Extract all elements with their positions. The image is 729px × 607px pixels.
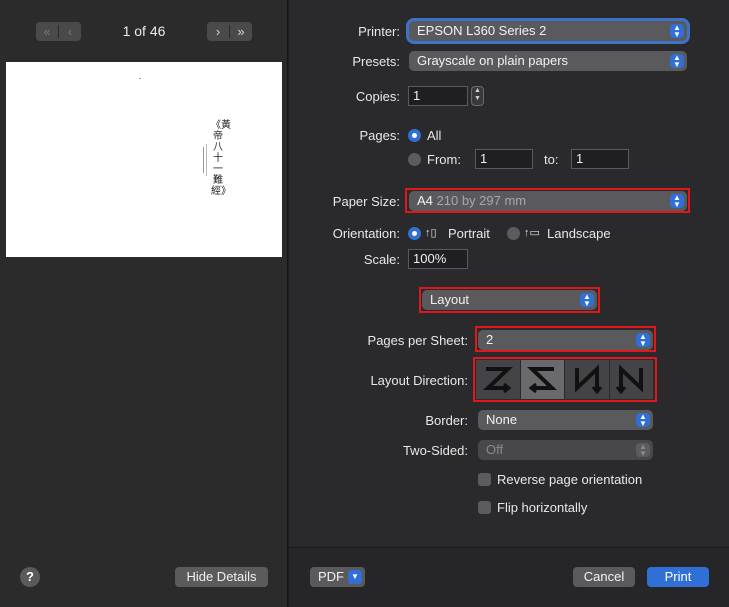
landscape-icon: ↑▭ [524, 227, 540, 239]
presets-select[interactable]: Grayscale on plain papers ▲ ▼ [409, 51, 687, 71]
layout-direction-label: Layout Direction: [370, 373, 468, 388]
two-sided-value: Off [486, 442, 504, 457]
border-label: Border: [425, 413, 468, 428]
page-indicator: 1 of 46 [122, 23, 166, 39]
pages-from-field[interactable]: 1 [475, 149, 533, 169]
settings-panel [289, 0, 729, 547]
flip-horizontally-label: Flip horizontally [497, 500, 588, 515]
highlight-box-section [419, 287, 600, 313]
pages-to-label: to: [544, 152, 559, 167]
pdf-label: PDF [318, 569, 344, 584]
select-arrows-icon: ▲ ▼ [670, 54, 684, 69]
reverse-orientation-label: Reverse page orientation [497, 472, 643, 487]
two-sided-select: Off ▲ ▼ [478, 440, 653, 460]
help-button[interactable]: ? [20, 567, 40, 587]
page-nav-forward-group: › » [207, 22, 252, 41]
pages-label: Pages: [359, 128, 400, 143]
two-sided-label: Two-Sided: [402, 443, 468, 458]
prev-page-icon[interactable]: ‹ [59, 22, 81, 41]
print-button[interactable]: Print [647, 567, 709, 587]
scale-field[interactable]: 100% [408, 249, 468, 269]
preview-rule [203, 147, 204, 173]
portrait-radio[interactable] [408, 227, 421, 240]
select-arrows-icon: ▲ ▼ [636, 443, 650, 458]
preview-rule [206, 144, 207, 176]
pages-from-label: From: [427, 152, 461, 167]
portrait-icon: ↑▯ [425, 227, 437, 239]
border-value: None [486, 412, 518, 427]
border-select[interactable]: None ▲ ▼ [478, 410, 653, 430]
first-page-icon[interactable]: « [36, 22, 58, 41]
preview-panel: « ‹ 1 of 46 › » 《黃帝八十一難經》 ? Hide Details [0, 0, 288, 607]
copies-stepper[interactable]: ▲ ▼ [471, 86, 484, 106]
chevron-down-icon: ▼ [348, 570, 362, 584]
printer-value: EPSON L360 Series 2 [417, 23, 547, 38]
flip-horizontally-checkbox[interactable] [478, 501, 491, 514]
highlight-box-pages-per-sheet [475, 326, 656, 352]
scale-label: Scale: [363, 252, 400, 267]
copies-label: Copies: [355, 89, 400, 104]
select-arrows-icon: ▲ ▼ [670, 24, 684, 39]
paper-size-label: Paper Size: [332, 194, 400, 209]
page-nav-back-group: « ‹ [36, 22, 81, 41]
presets-value: Grayscale on plain papers [417, 53, 569, 68]
copies-field[interactable]: 1 [408, 86, 468, 106]
page-preview: 《黃帝八十一難經》 [6, 62, 282, 257]
printer-select[interactable]: EPSON L360 Series 2 ▲ ▼ [409, 21, 687, 41]
pages-range-radio[interactable] [408, 153, 421, 166]
last-page-icon[interactable]: » [230, 22, 252, 41]
pages-all-label: All [427, 128, 442, 143]
landscape-label: Landscape [547, 226, 611, 241]
cancel-button[interactable]: Cancel [573, 567, 635, 587]
pdf-menu-button[interactable]: PDF ▼ [310, 567, 365, 587]
orientation-label: Orientation: [332, 226, 400, 241]
select-arrows-icon: ▲ ▼ [636, 413, 650, 428]
highlight-box-layout-direction [473, 357, 657, 402]
printer-label: Printer: [358, 24, 400, 39]
presets-label: Presets: [352, 54, 400, 69]
pages-to-field[interactable]: 1 [571, 149, 629, 169]
reverse-orientation-checkbox[interactable] [478, 473, 491, 486]
hide-details-button[interactable]: Hide Details [175, 567, 268, 587]
portrait-label: Portrait [448, 226, 490, 241]
pages-per-sheet-label: Pages per Sheet: [367, 333, 468, 348]
preview-mark [139, 78, 141, 79]
landscape-radio[interactable] [507, 227, 520, 240]
next-page-icon[interactable]: › [207, 22, 229, 41]
highlight-box-paper-size [405, 188, 690, 213]
preview-vertical-text: 《黃帝八十一難經》 [211, 120, 231, 197]
pages-all-radio[interactable] [408, 129, 421, 142]
